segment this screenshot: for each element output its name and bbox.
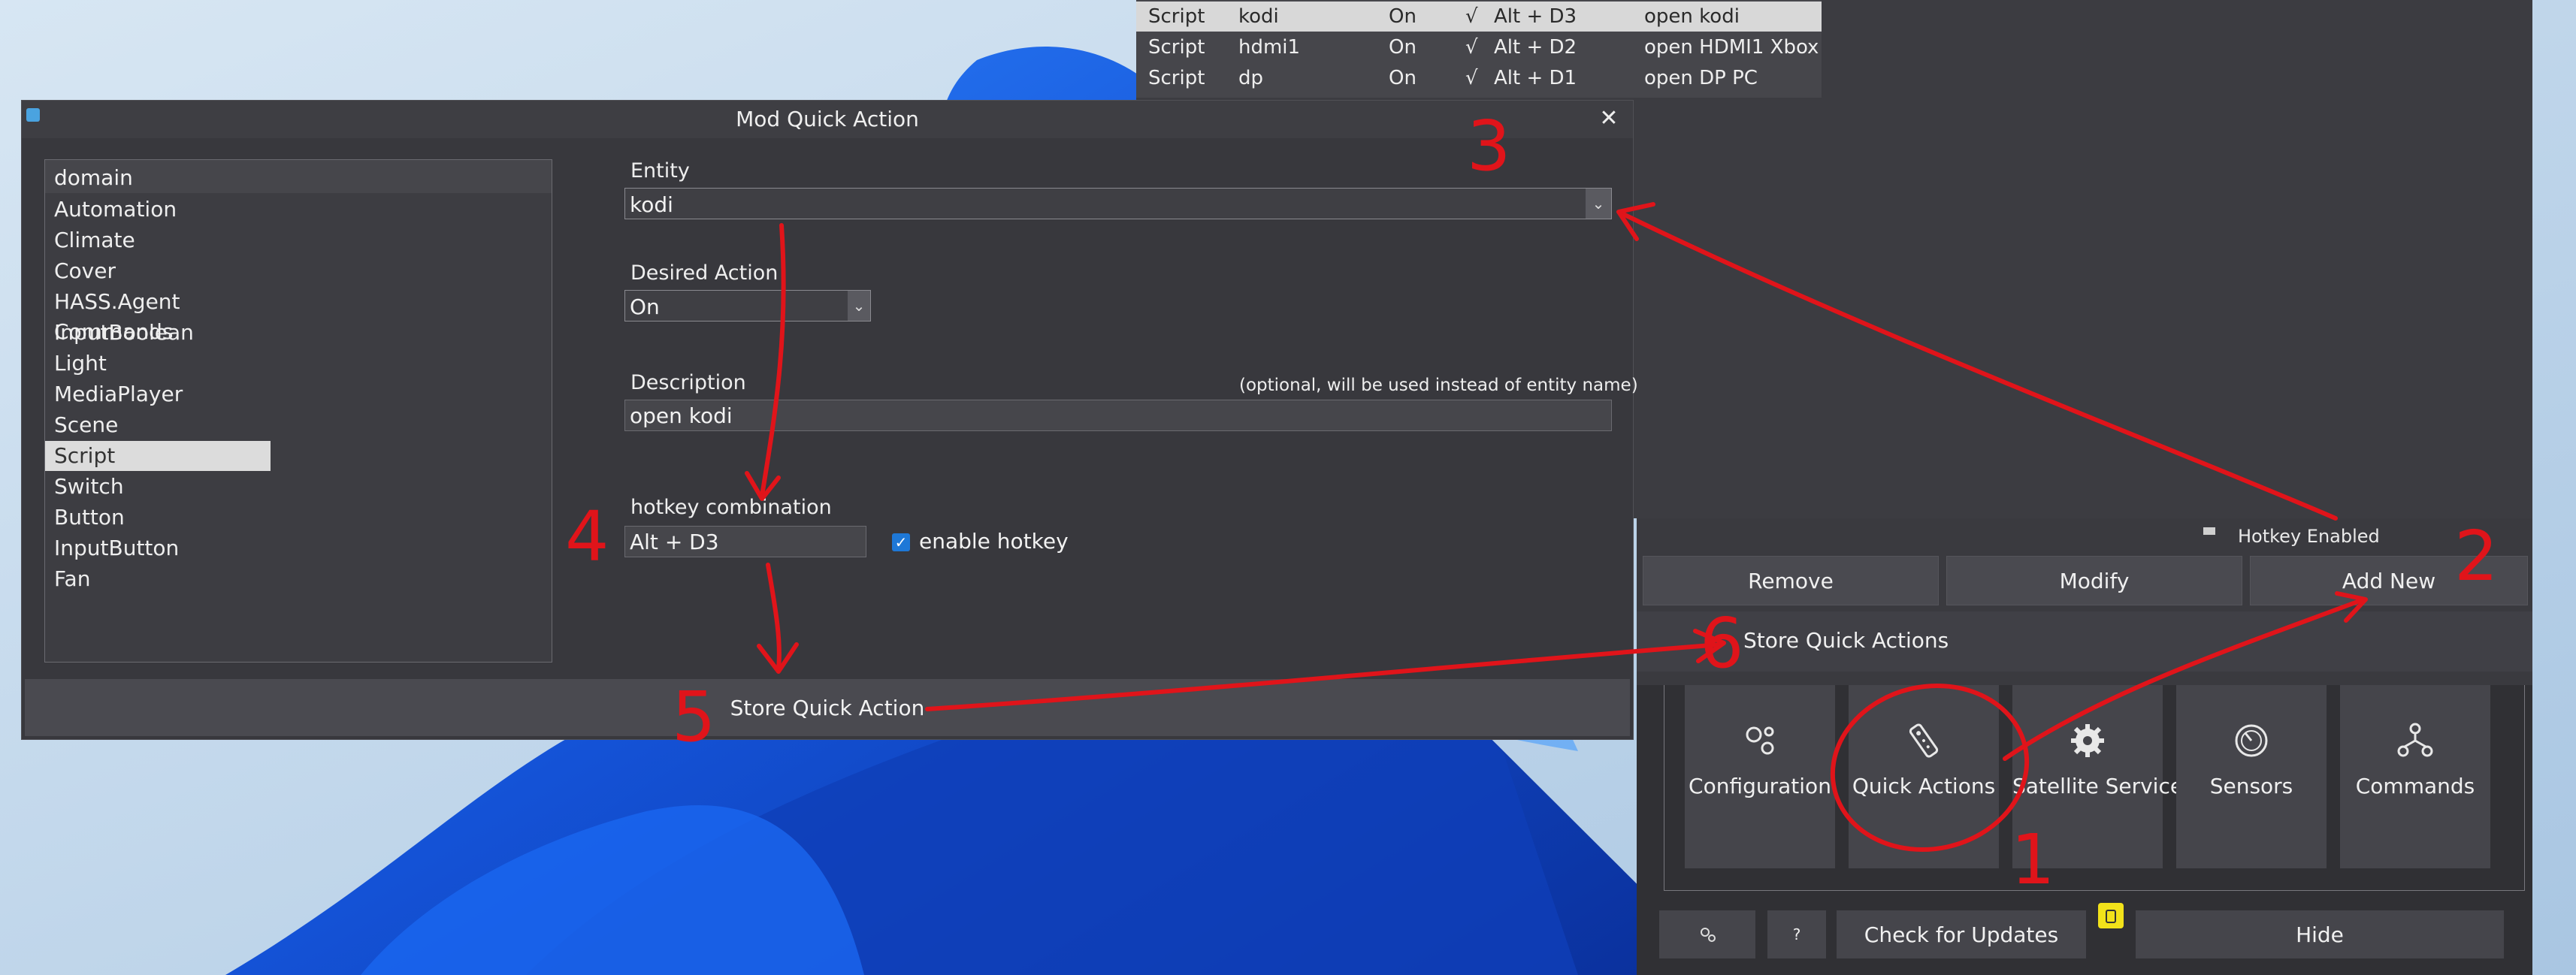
gauge-icon [2176, 718, 2327, 763]
tile-sensors[interactable]: Sensors [2176, 685, 2327, 868]
close-icon[interactable]: ✕ [1594, 105, 1624, 132]
tile-satellite-service[interactable]: Satellite Service [2012, 685, 2184, 868]
cell-type: Script [1148, 36, 1205, 59]
main-tiles-area: Configuration Quick Actions Satellite Se… [1637, 685, 2532, 975]
cell-enabled: √ [1465, 36, 1478, 59]
tile-quick-actions[interactable]: Quick Actions [1849, 685, 1999, 868]
gears-small-icon [1701, 928, 1716, 942]
tile-label: Sensors [2209, 774, 2293, 798]
keyboard-icon [2203, 527, 2215, 535]
tile-commands[interactable]: Commands [2340, 685, 2490, 868]
tile-label: Satellite Service [2012, 774, 2184, 798]
domain-item-light[interactable]: Light [45, 349, 271, 379]
domain-item-inputbutton[interactable]: InputButton [45, 533, 271, 563]
add-new-button[interactable]: Add New [2250, 556, 2528, 605]
store-quick-actions-label: Store Quick Actions [1743, 628, 1949, 653]
hide-button[interactable]: Hide [2136, 910, 2504, 958]
domain-item-automation[interactable]: Automation [45, 195, 271, 225]
domain-item-fan[interactable]: Fan [45, 564, 271, 594]
enable-hotkey-label: enable hotkey [919, 529, 1069, 554]
quick-actions-controls: Hotkey Enabled Remove Modify Add New Sto… [1637, 518, 2532, 975]
description-label: Description [630, 371, 746, 394]
gear-icon [2012, 718, 2163, 763]
check-for-updates-button[interactable]: Check for Updates [1837, 910, 2086, 958]
table-row[interactable]: Script hdmi1 On √ Alt + D2 open HDMI1 Xb… [1136, 32, 1822, 62]
cell-description: open kodi [1644, 5, 1740, 28]
cell-enabled: √ [1465, 67, 1478, 89]
store-quick-actions-button[interactable]: Store Quick Actions [1637, 611, 2532, 672]
cell-entity: dp [1238, 67, 1264, 89]
cell-type: Script [1148, 67, 1205, 89]
entity-label: Entity [630, 159, 690, 183]
domain-item-climate[interactable]: Climate [45, 225, 271, 255]
cell-action: On [1389, 36, 1416, 59]
description-input[interactable]: open kodi [624, 400, 1612, 431]
desired-action-label: Desired Action [630, 261, 779, 285]
quick-actions-table: Script kodi On √ Alt + D3 open kodi Scri… [1136, 0, 1822, 98]
domain-item-inputboolean[interactable]: InputBoolean [45, 318, 271, 348]
domain-list[interactable]: domain Automation Climate Cover HASS.Age… [44, 159, 552, 663]
cell-hotkey: Alt + D2 [1494, 36, 1577, 59]
cell-entity: kodi [1238, 5, 1279, 28]
table-row[interactable]: Script kodi On √ Alt + D3 open kodi [1136, 2, 1822, 32]
remove-button[interactable]: Remove [1643, 556, 1939, 605]
mod-quick-action-dialog: Mod Quick Action ✕ domain Automation Cli… [21, 100, 1638, 740]
cell-type: Script [1148, 5, 1205, 28]
cell-description: open HDMI1 Xbox [1644, 36, 1819, 59]
dialog-title-bar: Mod Quick Action ✕ [22, 101, 1633, 138]
domain-item-cover[interactable]: Cover [45, 256, 271, 286]
desired-action-value: On [630, 294, 660, 319]
chevron-down-icon[interactable]: ⌄ [1586, 189, 1611, 219]
donate-icon[interactable] [2098, 903, 2124, 928]
help-button[interactable]: ? [1767, 910, 1826, 958]
settings-small-button[interactable] [1659, 910, 1755, 958]
entity-value: kodi [630, 192, 673, 217]
remote-control-icon [1849, 718, 1999, 763]
tile-label: Commands [2355, 774, 2475, 798]
dialog-title: Mod Quick Action [736, 107, 919, 131]
table-row[interactable]: Script dp On √ Alt + D1 open DP PC [1136, 63, 1822, 93]
description-hint: (optional, will be used instead of entit… [1239, 376, 1638, 395]
desired-action-dropdown[interactable]: On ⌄ [624, 290, 871, 321]
store-quick-action-button[interactable]: Store Quick Action [25, 679, 1630, 736]
hotkey-combination-label: hotkey combination [630, 496, 832, 519]
tile-label: Configuration [1689, 774, 1831, 798]
cell-description: open DP PC [1644, 67, 1758, 89]
domain-item-script[interactable]: Script [45, 441, 271, 471]
modify-button[interactable]: Modify [1946, 556, 2242, 605]
domain-item-switch[interactable]: Switch [45, 472, 271, 502]
cup-icon [2106, 910, 2116, 923]
domain-header-label: domain [54, 165, 133, 190]
tile-label: Quick Actions [1852, 774, 1996, 798]
cell-hotkey: Alt + D1 [1494, 67, 1577, 89]
domain-item-mediaplayer[interactable]: MediaPlayer [45, 379, 271, 409]
network-icon [2340, 718, 2490, 763]
entity-dropdown[interactable]: kodi ⌄ [624, 188, 1612, 219]
domain-list-header: domain [45, 160, 552, 193]
gears-icon [1685, 718, 1835, 763]
tile-configuration[interactable]: Configuration [1685, 685, 1835, 868]
cell-enabled: √ [1465, 5, 1478, 28]
cell-hotkey: Alt + D3 [1494, 5, 1577, 28]
domain-item-scene[interactable]: Scene [45, 410, 271, 440]
cell-action: On [1389, 67, 1416, 89]
hotkey-input[interactable]: Alt + D3 [624, 526, 866, 557]
cell-action: On [1389, 5, 1416, 28]
cell-entity: hdmi1 [1238, 36, 1301, 59]
enable-hotkey-checkbox[interactable]: ✓ [892, 533, 910, 551]
domain-item-hass-agent-commands[interactable]: HASS.Agent Commands [45, 287, 271, 344]
domain-item-button[interactable]: Button [45, 503, 271, 533]
chevron-down-icon[interactable]: ⌄ [848, 291, 870, 321]
hotkey-enabled-label: Hotkey Enabled [2238, 526, 2380, 547]
